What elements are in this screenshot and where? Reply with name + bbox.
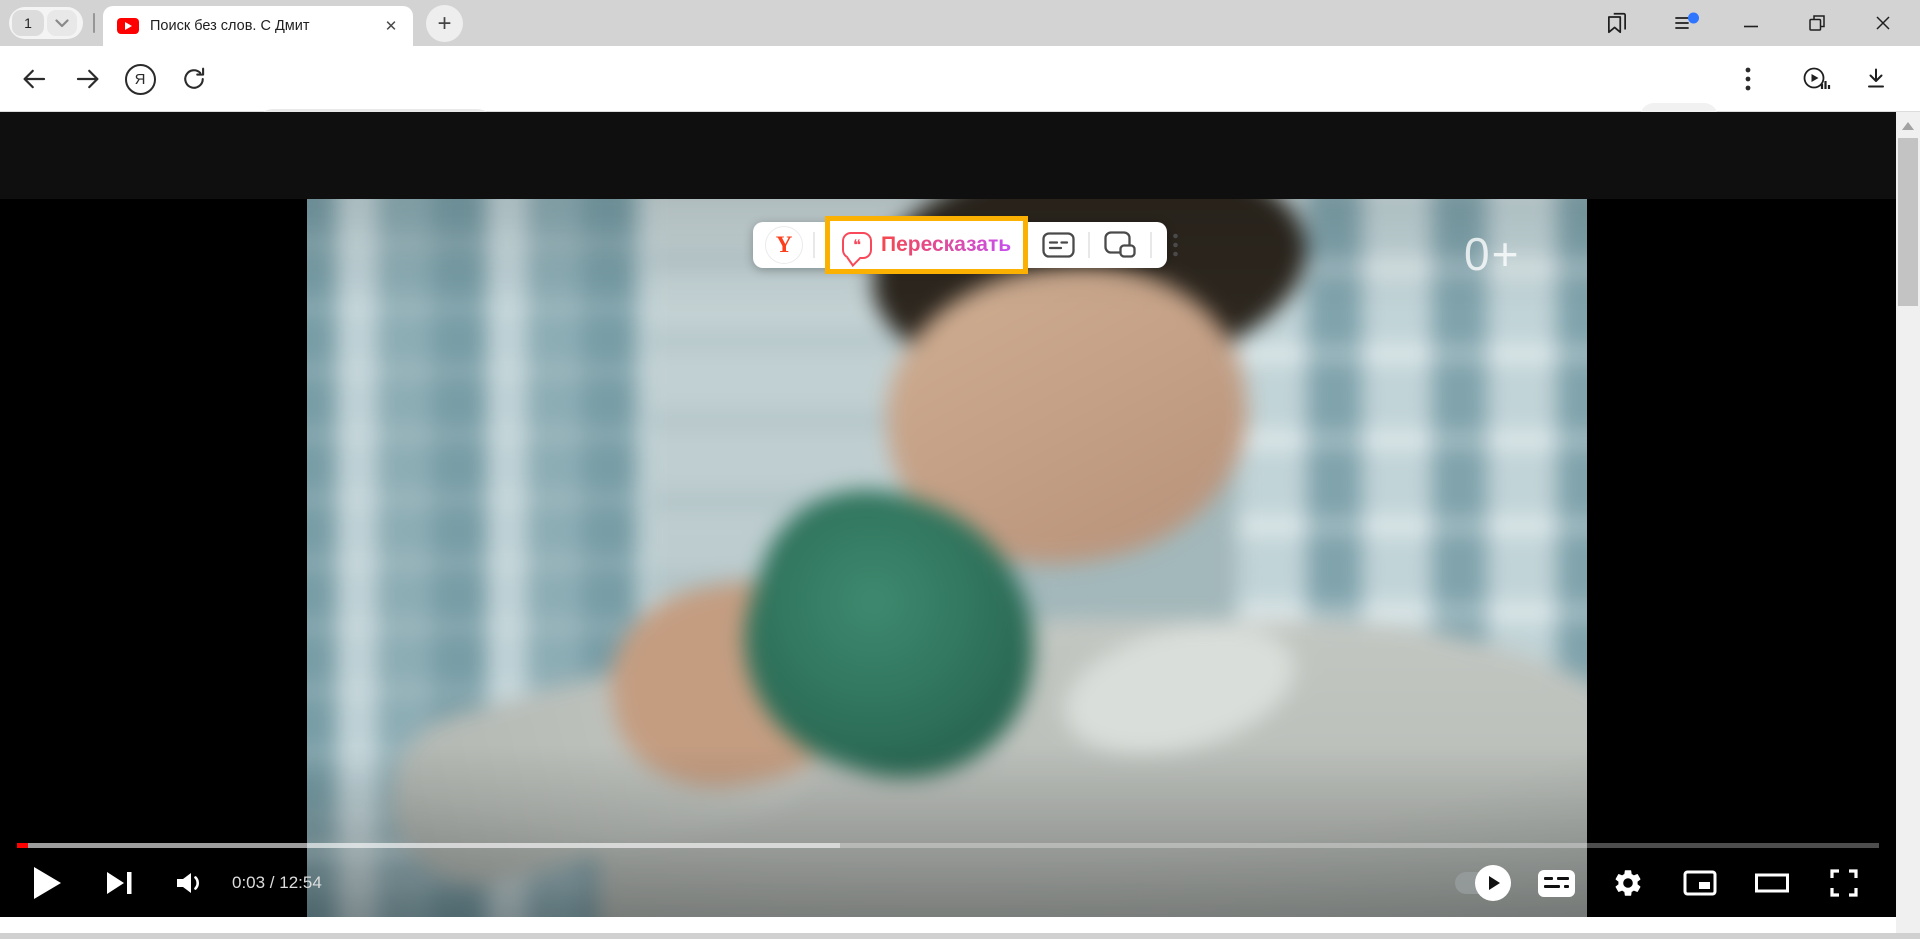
settings-button[interactable] [1602, 853, 1654, 913]
tab-bar: 1 Поиск без слов. С Дмит ✕ + [0, 0, 1920, 46]
address-toolbar: Я www.youtube.com Поиск без слов. С Дмит… [0, 46, 1920, 112]
progress-bar[interactable] [17, 843, 1879, 848]
miniplayer-icon [1682, 868, 1718, 898]
player-controls-right [1452, 850, 1870, 916]
window-close-icon [1874, 14, 1892, 32]
media-player-icon [1800, 64, 1832, 94]
tabbar-divider [93, 13, 95, 33]
retell-button[interactable]: ❝ Пересказать [842, 232, 1011, 259]
youtube-favicon [117, 18, 139, 34]
yandex-ext-button[interactable]: Y [765, 226, 803, 264]
volume-button[interactable] [164, 853, 218, 913]
back-icon [19, 64, 49, 94]
tab-counter[interactable]: 1 [9, 7, 83, 39]
window-close-button[interactable] [1860, 0, 1906, 46]
tab-title: Поиск без слов. С Дмит [150, 18, 375, 34]
maximize-icon [1807, 13, 1827, 33]
page-content-below [0, 917, 1896, 933]
theater-mode-button[interactable] [1746, 853, 1798, 913]
toolbar-menu-button[interactable] [1728, 59, 1768, 99]
window-bottom-edge [0, 933, 1920, 939]
more-vertical-icon [1173, 233, 1178, 257]
refresh-icon [180, 65, 208, 93]
fullscreen-button[interactable] [1818, 853, 1870, 913]
forward-button[interactable] [68, 59, 108, 99]
scrollbar[interactable] [1896, 112, 1920, 939]
scrollbar-thumb[interactable] [1898, 138, 1918, 306]
autoplay-toggle-knob [1475, 865, 1511, 901]
tab-count-badge[interactable]: 1 [12, 10, 44, 36]
bookmark-collections-icon [1604, 10, 1630, 36]
youtube-masthead: YouTube RU Войти [0, 112, 1896, 199]
miniplayer-button[interactable] [1674, 853, 1726, 913]
browser-menu-button[interactable] [1664, 0, 1710, 46]
subtitles-icon [1538, 870, 1575, 897]
retell-highlight-box: ❝ Пересказать [825, 216, 1028, 274]
yandex-extension-toolbar: Y ❝ Пересказать [753, 222, 1167, 268]
ext-menu-button[interactable] [1162, 225, 1188, 265]
tab-list-dropdown[interactable] [47, 10, 77, 36]
maximize-button[interactable] [1794, 0, 1840, 46]
next-button[interactable] [92, 853, 146, 913]
minimize-icon [1742, 14, 1760, 32]
refresh-button[interactable] [174, 59, 214, 99]
scrollbar-up-arrow[interactable] [1902, 122, 1914, 130]
subtitles-button[interactable] [1530, 853, 1582, 913]
progress-played [17, 843, 28, 848]
progress-buffer [17, 843, 840, 848]
media-playback-button[interactable] [1796, 59, 1836, 99]
yandex-services-button[interactable]: Я [120, 59, 160, 99]
age-rating-badge: 0+ [1464, 227, 1520, 281]
yandex-y-icon: Y [776, 232, 793, 258]
time-display: 0:03 / 12:54 [232, 873, 322, 893]
video-player[interactable]: Y ❝ Пересказать 0+ [0, 199, 1896, 917]
fullscreen-icon [1828, 867, 1860, 899]
downloads-button[interactable] [1856, 59, 1896, 99]
browser-menu-icon [1672, 10, 1702, 36]
video-frame[interactable] [307, 199, 1587, 917]
settings-gear-icon [1612, 867, 1644, 899]
quote-bubble-icon: ❝ [842, 232, 872, 259]
side-panel-button[interactable] [1594, 0, 1640, 46]
yandex-icon: Я [125, 64, 156, 95]
ext-pip-button[interactable] [1100, 225, 1140, 265]
volume-icon [174, 868, 208, 898]
autoplay-toggle[interactable] [1452, 853, 1510, 913]
more-vertical-icon [1745, 67, 1751, 91]
download-icon [1862, 65, 1890, 93]
minimize-button[interactable] [1728, 0, 1774, 46]
new-tab-button[interactable]: + [426, 5, 463, 42]
pip-icon [1104, 231, 1137, 259]
play-button[interactable] [20, 853, 74, 913]
play-icon [32, 866, 62, 900]
captions-icon [1042, 232, 1075, 258]
back-button[interactable] [14, 59, 54, 99]
active-tab[interactable]: Поиск без слов. С Дмит ✕ [103, 6, 413, 46]
ext-captions-button[interactable] [1038, 225, 1078, 265]
theater-icon [1754, 871, 1790, 895]
tab-close-button[interactable]: ✕ [379, 14, 403, 38]
forward-icon [73, 64, 103, 94]
next-icon [104, 868, 134, 898]
chevron-down-icon [55, 19, 69, 28]
retell-label: Пересказать [881, 233, 1011, 257]
